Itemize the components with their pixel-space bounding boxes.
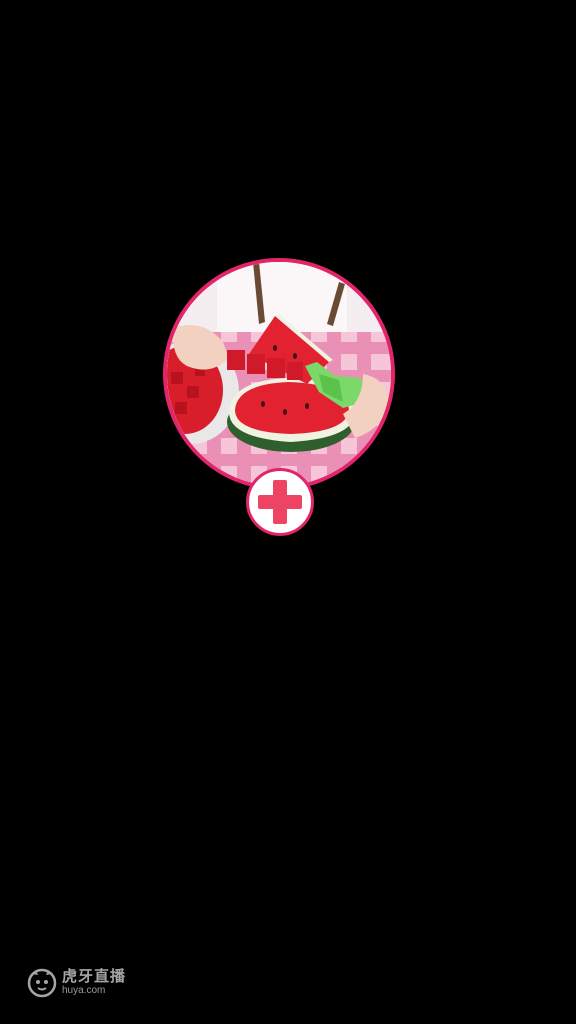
follow-button[interactable] <box>246 468 314 536</box>
huya-watermark: 虎牙直播 huya.com <box>26 966 126 998</box>
brand-name-cn: 虎牙直播 <box>62 967 127 985</box>
avatar-image <box>167 262 391 486</box>
plus-icon <box>258 480 302 524</box>
huya-logo-icon <box>27 968 57 998</box>
brand-url: huya.com <box>62 984 106 996</box>
streamer-avatar[interactable] <box>163 258 395 490</box>
